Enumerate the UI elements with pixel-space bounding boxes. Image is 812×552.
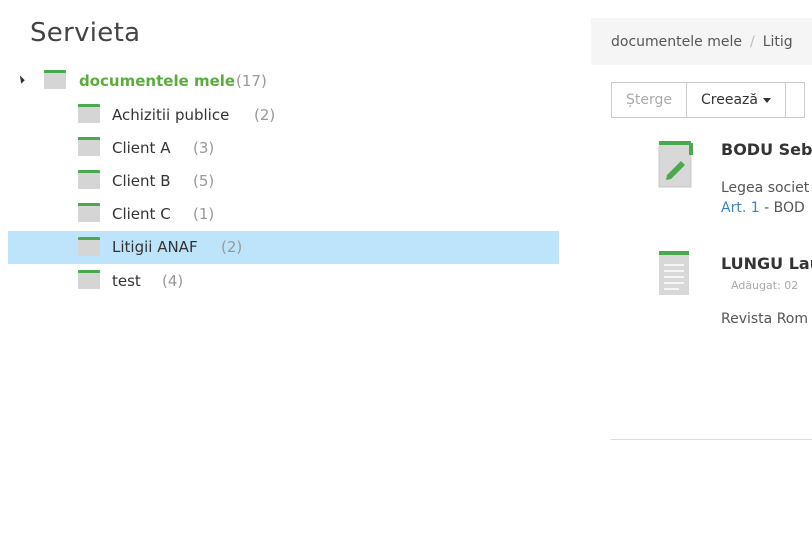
folder-icon	[44, 70, 66, 89]
folder-icon	[78, 237, 100, 256]
tree-node-count: (2)	[254, 106, 276, 124]
tree-node-count: (3)	[193, 139, 215, 157]
note-document-icon	[658, 141, 693, 188]
document-reference-rest: - BOD	[759, 200, 805, 216]
caret-down-icon	[762, 97, 771, 103]
tree-node-label: Litigii ANAF	[112, 238, 198, 256]
tree-node-label: Client A	[112, 139, 171, 157]
document-title[interactable]: BODU Seba	[721, 140, 812, 159]
folder-icon	[78, 170, 100, 189]
document-excerpt: Revista Rom	[721, 311, 809, 327]
tree-node-label: test	[112, 272, 141, 290]
folder-icon	[78, 270, 100, 289]
tree-node-litigii-anaf[interactable]: Litigii ANAF (2)	[8, 231, 559, 264]
document-title[interactable]: LUNGU Lau	[721, 254, 812, 273]
tree-node-count: (5)	[193, 172, 215, 190]
tree-node-label: documentele mele	[79, 72, 236, 90]
divider	[611, 439, 812, 440]
folder-icon	[78, 104, 100, 123]
tree-node-client-c[interactable]: Client C (1)	[0, 197, 560, 230]
document-added-date: Adăugat: 02	[731, 279, 799, 292]
tree-node-count: (2)	[221, 238, 243, 256]
breadcrumb-current: Litig	[762, 33, 793, 50]
tree-node-count: (17)	[236, 72, 267, 90]
tree-node-count: (4)	[162, 272, 184, 290]
tree-node-client-b[interactable]: Client B (5)	[0, 164, 560, 197]
tree-node-label: Client C	[112, 205, 171, 223]
create-button-label: Creează	[701, 92, 758, 108]
folder-icon	[78, 137, 100, 156]
tree-node-count: (1)	[193, 205, 215, 223]
tree-node-client-a[interactable]: Client A (3)	[0, 131, 560, 164]
tree-node-test[interactable]: test (4)	[0, 264, 560, 297]
tree-node-root[interactable]: documentele mele (17)	[0, 64, 560, 97]
delete-button[interactable]: Șterge	[611, 82, 687, 118]
document-reference: Art. 1 - BOD	[721, 200, 805, 216]
toolbar: Șterge Creează	[611, 82, 805, 118]
tree-node-achizitii-publice[interactable]: Achizitii publice (2)	[0, 98, 560, 131]
folder-icon	[78, 203, 100, 222]
text-document-icon	[659, 251, 689, 295]
document-excerpt: Legea societ	[721, 180, 810, 196]
breadcrumb: documentele mele / Litig	[591, 18, 812, 65]
page-title: Servieta	[30, 18, 141, 48]
breadcrumb-root[interactable]: documentele mele	[611, 34, 742, 50]
breadcrumb-separator: /	[749, 33, 755, 50]
article-link[interactable]: Art. 1	[721, 200, 760, 216]
toolbar-button[interactable]	[784, 82, 805, 118]
expand-collapse-icon[interactable]	[16, 75, 25, 84]
tree-node-label: Client B	[112, 172, 171, 190]
tree-node-label: Achizitii publice	[112, 106, 230, 124]
create-dropdown-button[interactable]: Creează	[686, 82, 786, 118]
